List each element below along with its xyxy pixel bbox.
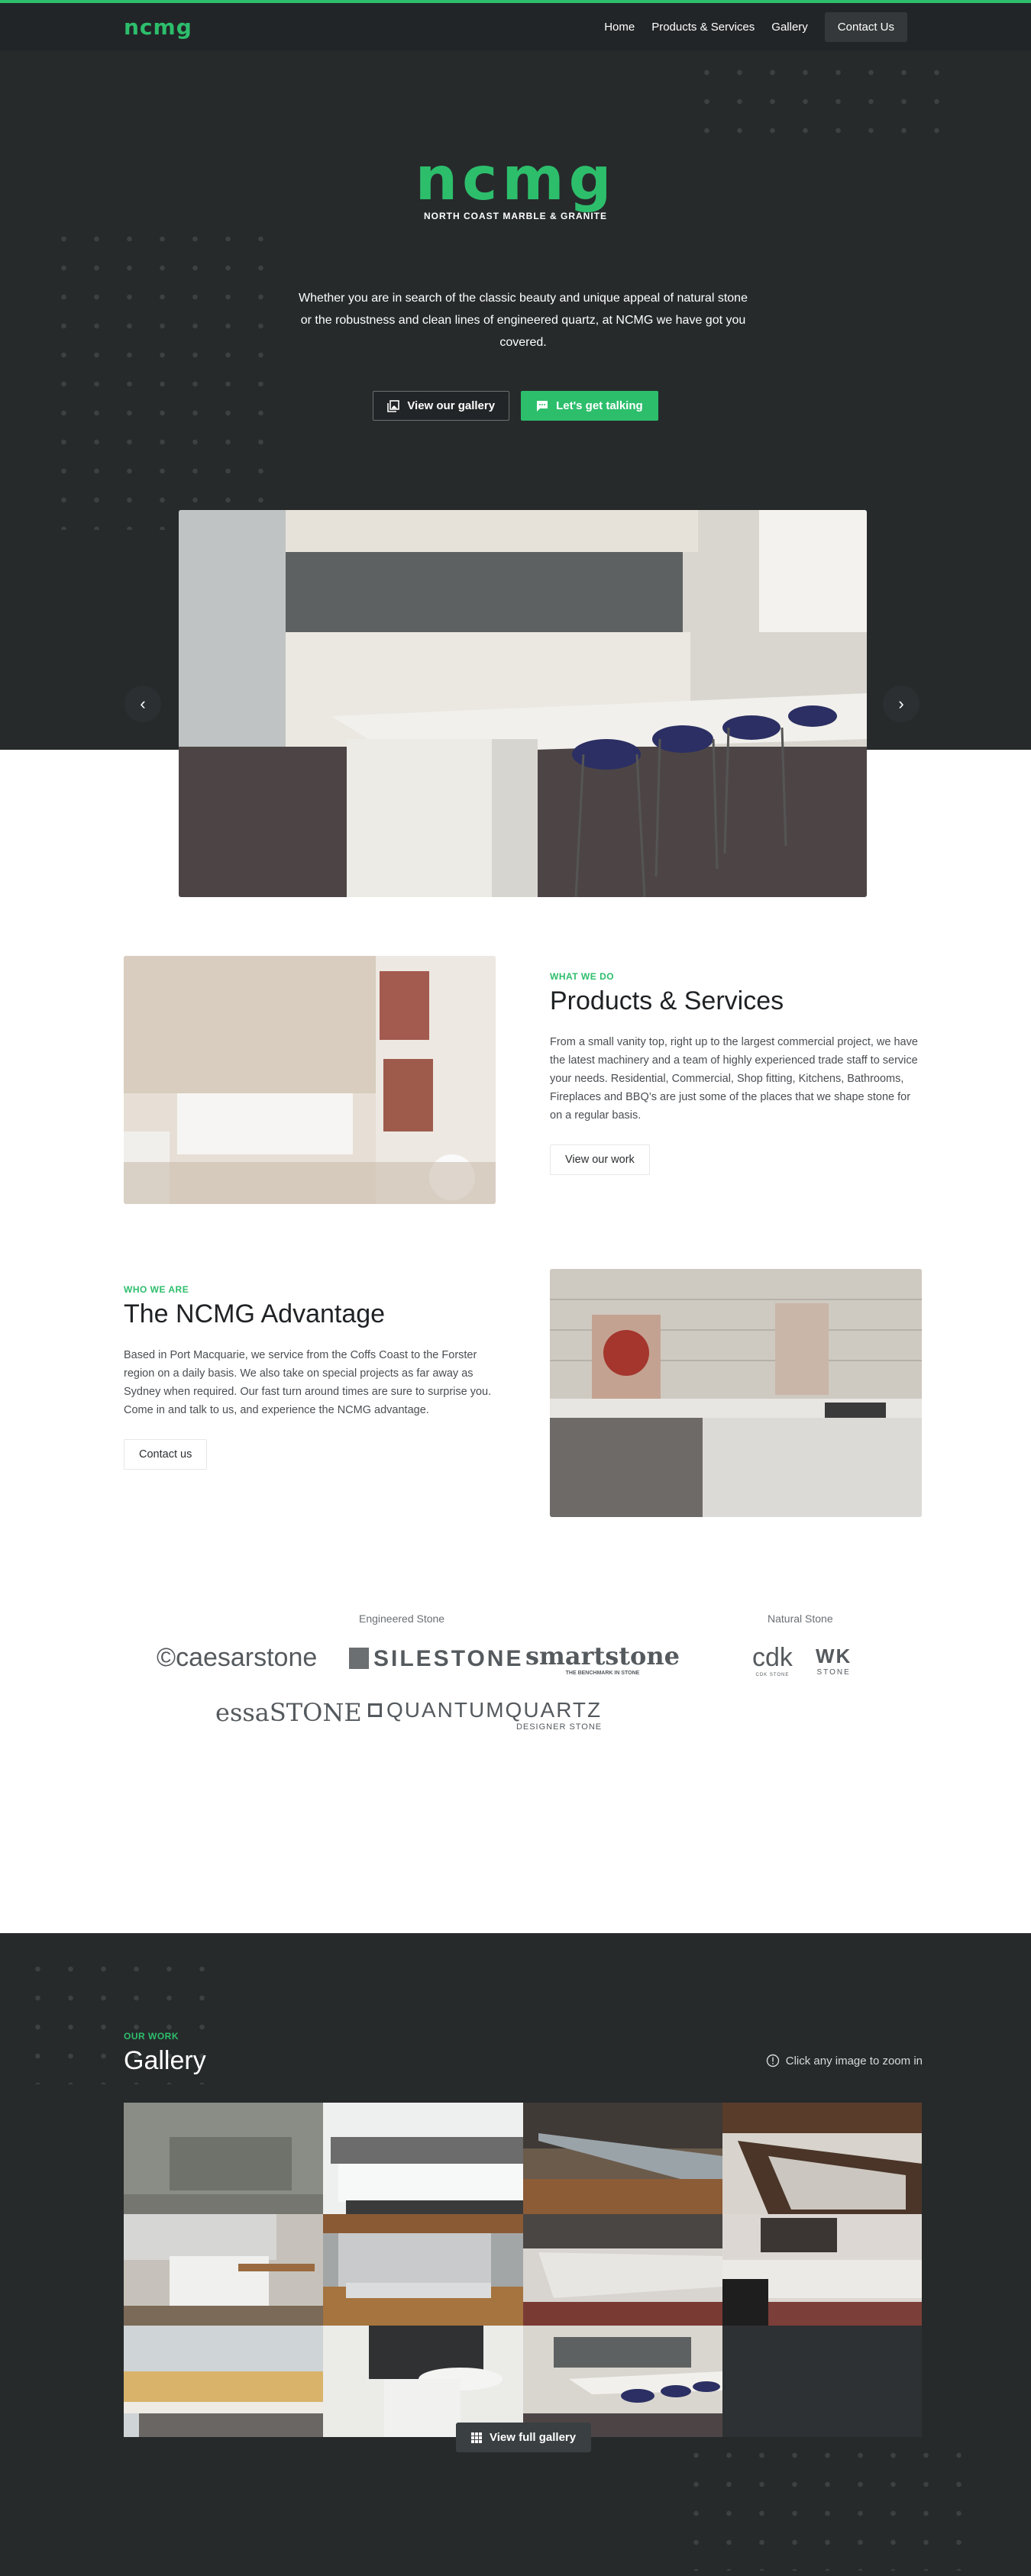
gallery-item[interactable] [522, 2103, 722, 2214]
gallery-item[interactable] [323, 2214, 523, 2326]
gallery-item[interactable] [722, 2214, 922, 2326]
brand-essastone: essaSTONE [215, 1698, 362, 1727]
chat-bubble-icon [537, 400, 548, 412]
silestone-logo-icon [349, 1648, 369, 1669]
contact-us-button[interactable]: Contact us [124, 1439, 208, 1470]
products-image [124, 956, 496, 1204]
gallery-item[interactable] [124, 2103, 324, 2214]
gallery-image-bar-timber [722, 2103, 922, 2214]
kitchen-splashback-photo [550, 1269, 922, 1517]
natural-stone-heading: Natural Stone [768, 1612, 833, 1625]
products-section: WHAT WE DO Products & Services From a sm… [0, 948, 1031, 1261]
gallery-image-bar [522, 2103, 722, 2214]
nav-contact-button[interactable]: Contact Us [824, 11, 907, 42]
dot-pattern [47, 224, 276, 530]
hero-logo-mark: ncmg [415, 145, 616, 214]
brand-cdk-stone: cdk CDK STONE [752, 1643, 793, 1677]
gallery-item[interactable] [323, 2326, 523, 2437]
advantage-eyebrow: WHO WE ARE [124, 1284, 189, 1295]
hero-buttons: View our gallery Let's get talking [0, 391, 1031, 421]
gallery-image-vanity [323, 2103, 523, 2214]
gallery-title: Gallery [124, 2046, 206, 2075]
bathroom-photo [124, 956, 496, 1204]
engineered-stone-heading: Engineered Stone [359, 1612, 445, 1625]
brand-silestone: SILESTONE [349, 1646, 523, 1672]
carousel-next-button[interactable]: › [883, 686, 919, 722]
nav-link-home[interactable]: Home [604, 21, 635, 34]
advantage-title: The NCMG Advantage [124, 1299, 386, 1328]
nav-links: Home Products & Services Gallery Contact… [604, 11, 907, 42]
quantum-logo-icon [368, 1703, 382, 1717]
brand-caesarstone: ©caesarstone [157, 1643, 318, 1672]
gallery-image-bar-shelving [722, 2214, 922, 2326]
advantage-text: WHO WE ARE The NCMG Advantage Based in P… [124, 1284, 498, 1470]
gallery-image-kitchen-stools [522, 2326, 722, 2437]
gallery-item[interactable] [722, 2103, 922, 2214]
hero-section: ncmg NORTH COAST MARBLE & GRANITE Whethe… [0, 50, 1031, 897]
gallery-hint: Click any image to zoom in [766, 2054, 923, 2068]
brand-quantum-quartz: QUANTUMQUARTZ DESIGNER STONE [368, 1698, 602, 1732]
brands-section: Engineered Stone Natural Stone ©caesarst… [0, 1612, 1031, 1864]
nav-link-gallery[interactable]: Gallery [771, 21, 808, 34]
advantage-image [550, 1269, 922, 1517]
gallery-section: OUR WORK Gallery Click any image to zoom… [0, 1933, 1031, 2576]
products-title: Products & Services [550, 986, 784, 1015]
brand-smartstone: smartstone THE BENCHMARK IN STONE [525, 1641, 680, 1676]
kitchen-photo [179, 510, 867, 897]
gallery-hint-text: Click any image to zoom in [785, 2054, 923, 2068]
gallery-item[interactable] [522, 2214, 722, 2326]
lets-get-talking-label: Let's get talking [556, 399, 643, 412]
top-navigation: ncmg Home Products & Services Gallery Co… [0, 3, 1031, 50]
gallery-image-sink [124, 2103, 324, 2214]
gallery-image-bottle-bar [124, 2326, 324, 2437]
hero-intro-text: Whether you are in search of the classic… [299, 292, 748, 349]
info-circle-icon [766, 2054, 779, 2068]
gallery-item[interactable] [522, 2326, 722, 2437]
dot-pattern [680, 2441, 970, 2571]
dot-pattern [690, 58, 942, 150]
gallery-image-round-island [323, 2326, 523, 2437]
photo-library-icon [387, 399, 400, 412]
gallery-item[interactable] [323, 2103, 523, 2214]
chevron-left-icon: ‹ [140, 694, 146, 713]
gallery-eyebrow: OUR WORK [124, 2031, 179, 2042]
hero-logo: ncmg NORTH COAST MARBLE & GRANITE [0, 150, 1031, 221]
gallery-image-commercial-bar [522, 2214, 722, 2326]
view-gallery-label: View our gallery [407, 399, 496, 412]
lets-get-talking-button[interactable]: Let's get talking [521, 391, 658, 421]
chevron-right-icon: › [898, 694, 904, 713]
products-text: WHAT WE DO Products & Services From a sm… [550, 971, 924, 1175]
grid-icon [471, 2432, 482, 2443]
hero-carousel-image[interactable] [179, 510, 867, 897]
brand-wk-stone: WK STONE [816, 1645, 852, 1677]
view-gallery-button[interactable]: View our gallery [373, 391, 510, 421]
hero-logo-subtitle: NORTH COAST MARBLE & GRANITE [424, 211, 607, 221]
view-full-gallery-label: View full gallery [490, 2431, 577, 2444]
products-body: From a small vanity top, right up to the… [550, 1036, 918, 1122]
gallery-empty-cell [722, 2326, 922, 2437]
gallery-item[interactable] [124, 2326, 324, 2437]
nav-link-products[interactable]: Products & Services [651, 21, 755, 34]
carousel-prev-button[interactable]: ‹ [124, 686, 161, 722]
gallery-image-island [124, 2214, 324, 2326]
caesarstone-logo-icon: © [157, 1643, 176, 1672]
advantage-section: WHO WE ARE The NCMG Advantage Based in P… [0, 1261, 1031, 1612]
gallery-image-marble-corner [323, 2214, 523, 2326]
view-our-work-button[interactable]: View our work [550, 1144, 650, 1175]
logo[interactable]: ncmg [124, 15, 192, 40]
products-eyebrow: WHAT WE DO [550, 971, 615, 982]
view-full-gallery-button[interactable]: View full gallery [456, 2423, 592, 2452]
advantage-body: Based in Port Macquarie, we service from… [124, 1349, 492, 1416]
gallery-grid [124, 2103, 922, 2437]
gallery-item[interactable] [124, 2214, 324, 2326]
